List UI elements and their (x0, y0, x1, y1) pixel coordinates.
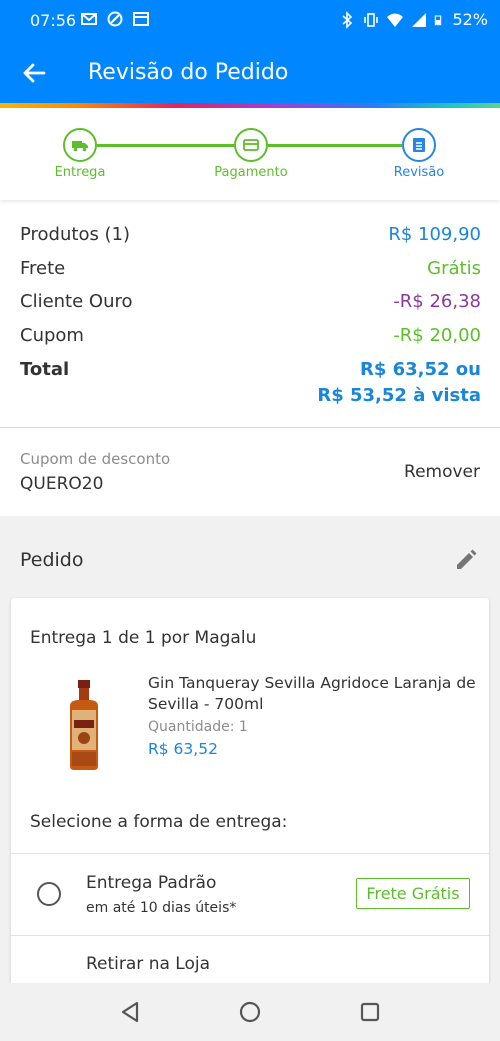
free-shipping-badge: Frete Grátis (356, 878, 470, 909)
step-pagamento[interactable] (234, 128, 268, 162)
shipping-options-caption: Selecione a forma de entrega: (30, 812, 288, 832)
step-entrega[interactable] (63, 128, 97, 162)
shipping-label: Frete (20, 258, 66, 279)
home-circle-icon[interactable] (237, 999, 263, 1025)
radio-button[interactable] (37, 882, 61, 906)
status-bar: 07:56 52% (0, 0, 500, 42)
divider (11, 853, 489, 854)
product-quantity: Quantidade: 1 (148, 719, 248, 735)
step-label-revisao: Revisão (393, 165, 445, 180)
product-name: Gin Tanqueray Sevilla Agridoce Laranja d… (148, 674, 476, 713)
products-value: R$ 109,90 (388, 224, 481, 245)
products-label: Produtos (1) (20, 224, 131, 245)
back-triangle-icon[interactable] (118, 999, 144, 1025)
step-revisao[interactable] (402, 128, 436, 162)
coupon-caption: Cupom de desconto (20, 450, 171, 468)
order-title: Pedido (20, 549, 84, 571)
coupon-code: QUERO20 (20, 474, 104, 494)
coupon-value: -R$ 20,00 (393, 325, 481, 346)
recents-square-icon[interactable] (357, 999, 383, 1025)
edit-pencil-icon[interactable] (453, 547, 479, 573)
battery-icon (435, 14, 442, 25)
arrow-left-icon[interactable] (20, 59, 48, 87)
divider (0, 427, 500, 428)
wifi-icon (387, 13, 404, 27)
vibrate-icon (364, 12, 379, 27)
order-card (11, 598, 489, 998)
battery-level: 52% (452, 10, 488, 29)
mail-icon (81, 13, 97, 25)
shipping-value: Grátis (427, 258, 481, 279)
status-time: 07:56 (30, 11, 77, 30)
product-price: R$ 63,52 (148, 740, 218, 758)
step-connector (268, 144, 402, 147)
shipping-option-title: Entrega Padrão (86, 873, 217, 893)
checkout-stepper: Entrega Pagamento Revisão (0, 108, 500, 200)
step-connector (97, 144, 234, 147)
signal-icon (412, 12, 427, 27)
page-title: Revisão do Pedido (88, 60, 289, 85)
card-icon (243, 139, 259, 151)
truck-icon (72, 141, 88, 152)
remove-coupon-button[interactable]: Remover (404, 462, 480, 482)
app-bar: Revisão do Pedido (0, 42, 500, 104)
delivery-title: Entrega 1 de 1 por Magalu (30, 628, 257, 648)
calendar-icon (133, 12, 149, 26)
step-label-entrega: Entrega (54, 165, 106, 180)
sync-icon (107, 11, 123, 27)
step-label-pagamento: Pagamento (214, 165, 288, 180)
coupon-label: Cupom (20, 325, 84, 346)
gold-value: -R$ 26,38 (393, 291, 481, 312)
gold-label: Cliente Ouro (20, 291, 133, 312)
total-value-installments: R$ 63,52 ou (359, 359, 481, 380)
total-label: Total (20, 359, 70, 380)
total-value-cash: R$ 53,52 à vista (317, 385, 481, 406)
shipping-option-title: Retirar na Loja (86, 954, 211, 974)
list-icon (413, 138, 425, 152)
gin-bottle-image (70, 680, 98, 770)
system-navigation-bar (0, 983, 500, 1041)
shipping-option-subtitle: em até 10 dias úteis* (86, 900, 237, 916)
divider (11, 935, 489, 936)
bluetooth-icon (342, 10, 353, 29)
